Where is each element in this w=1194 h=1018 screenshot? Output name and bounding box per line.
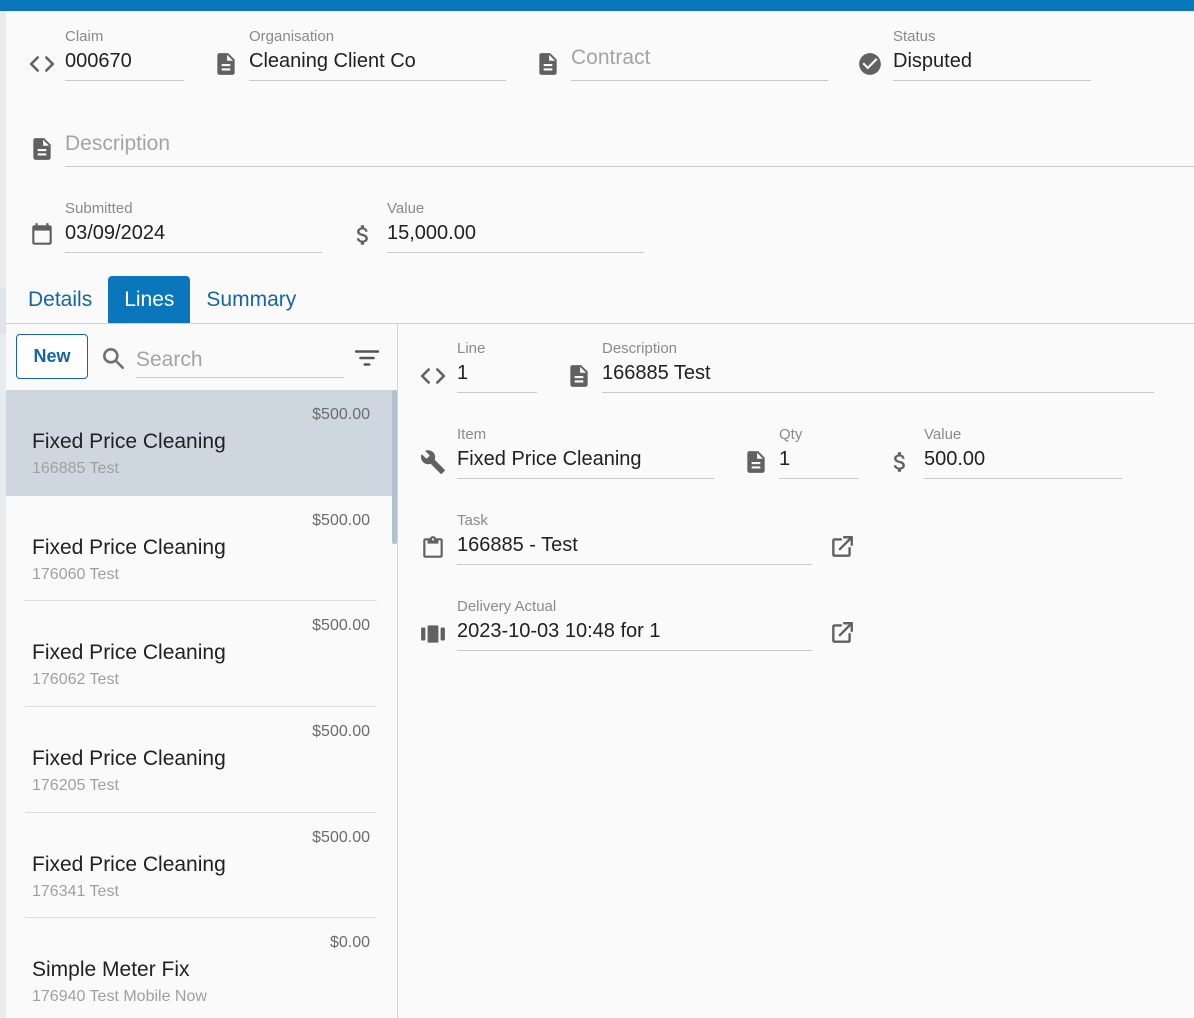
new-button[interactable]: New (16, 334, 88, 379)
lines-list: $500.00 Fixed Price Cleaning 166885 Test… (6, 390, 397, 1018)
list-item-name: Fixed Price Cleaning (32, 747, 226, 771)
qty-label: Qty (779, 426, 803, 443)
claim-label: Claim (65, 28, 104, 45)
status-value: Disputed (893, 50, 972, 72)
wrench-icon (420, 449, 446, 475)
open-in-new-icon[interactable] (829, 534, 855, 560)
dollar-icon (887, 449, 913, 475)
list-item-subtitle: 176341 Test (32, 882, 119, 900)
submitted-value: 03/09/2024 (65, 222, 166, 244)
contract-field[interactable]: Contract (571, 28, 828, 81)
panel-divider (397, 324, 398, 1018)
line-value-field[interactable]: Value 500.00 (924, 426, 1122, 479)
list-item[interactable]: $500.00 Fixed Price Cleaning 176062 Test (6, 601, 397, 708)
submitted-field[interactable]: Submitted 03/09/2024 (65, 200, 322, 253)
line-description-value: 166885 Test (602, 362, 711, 384)
list-item-price: $500.00 (312, 723, 370, 741)
task-value: 166885 - Test (457, 534, 578, 556)
clipboard-icon (420, 535, 446, 561)
document-icon (566, 363, 592, 389)
tab-bar: Details Lines Summary (12, 276, 312, 323)
list-item-subtitle: 166885 Test (32, 460, 119, 477)
line-value-label: Value (924, 426, 962, 443)
item-value: Fixed Price Cleaning (457, 448, 642, 470)
check-circle-icon (857, 51, 883, 77)
status-label: Status (893, 28, 936, 45)
list-item-price: $500.00 (312, 406, 370, 423)
line-description-field[interactable]: Description 166885 Test (602, 340, 1154, 393)
list-item-name: Fixed Price Cleaning (32, 852, 226, 876)
line-field[interactable]: Line 1 (457, 340, 537, 393)
list-item-price: $0.00 (329, 934, 370, 952)
value-field[interactable]: Value 15,000.00 (387, 200, 644, 253)
description-placeholder: Description (65, 132, 171, 155)
submitted-label: Submitted (65, 200, 133, 217)
delivery-actual-field[interactable]: Delivery Actual 2023-10-03 10:48 for 1 (457, 598, 812, 651)
top-app-bar (0, 0, 1194, 11)
list-item-name: Fixed Price Cleaning (32, 430, 226, 453)
delivery-icon (420, 621, 446, 647)
line-value-value: 500.00 (924, 448, 986, 470)
list-item-name: Fixed Price Cleaning (32, 641, 226, 665)
document-icon (743, 449, 769, 475)
list-item-subtitle: 176062 Test (32, 671, 119, 689)
status-field[interactable]: Status Disputed (893, 28, 1091, 81)
line-label: Line (457, 340, 486, 357)
search-icon (100, 345, 126, 371)
search-input[interactable] (136, 342, 344, 378)
document-icon (213, 51, 239, 77)
document-icon (29, 136, 55, 162)
organisation-field[interactable]: Organisation Cleaning Client Co (249, 28, 506, 81)
tab-summary[interactable]: Summary (190, 276, 312, 323)
item-field[interactable]: Item Fixed Price Cleaning (457, 426, 714, 479)
lines-list-panel: New $500.00 Fixed Price Cleaning 166885 … (6, 324, 397, 1018)
list-item[interactable]: $500.00 Fixed Price Cleaning 166885 Test (6, 390, 397, 496)
claim-value: 000670 (65, 50, 132, 72)
list-item[interactable]: $500.00 Fixed Price Cleaning 176205 Test (6, 707, 397, 813)
filter-icon[interactable] (354, 346, 380, 370)
list-item[interactable]: $0.00 Simple Meter Fix 176940 Test Mobil… (6, 918, 397, 1018)
list-item-price: $500.00 (312, 828, 370, 846)
tab-lines[interactable]: Lines (108, 276, 191, 323)
document-icon (535, 51, 561, 77)
list-item[interactable]: $500.00 Fixed Price Cleaning 176341 Test (6, 813, 397, 919)
task-label: Task (457, 512, 488, 529)
contract-placeholder: Contract (571, 46, 651, 69)
delivery-actual-label: Delivery Actual (457, 598, 557, 615)
qty-value: 1 (779, 448, 791, 470)
tab-details[interactable]: Details (12, 276, 108, 323)
value-label: Value (387, 200, 425, 217)
list-item-price: $500.00 (312, 511, 370, 529)
list-item-subtitle: 176205 Test (32, 777, 119, 795)
code-icon (420, 363, 446, 389)
list-item-name: Fixed Price Cleaning (32, 535, 226, 559)
organisation-label: Organisation (249, 28, 335, 45)
list-item-name: Simple Meter Fix (32, 958, 190, 982)
organisation-value: Cleaning Client Co (249, 50, 416, 72)
dollar-icon (350, 222, 376, 248)
list-item[interactable]: $500.00 Fixed Price Cleaning 176060 Test (6, 496, 397, 602)
claim-field[interactable]: Claim 000670 (65, 28, 184, 81)
line-description-label: Description (602, 340, 678, 357)
item-label: Item (457, 426, 487, 443)
delivery-actual-value: 2023-10-03 10:48 for 1 (457, 620, 661, 642)
open-in-new-icon[interactable] (829, 620, 855, 646)
line-value: 1 (457, 362, 469, 384)
qty-field[interactable]: Qty 1 (779, 426, 859, 479)
task-field[interactable]: Task 166885 - Test (457, 512, 812, 565)
description-field[interactable]: Description (65, 114, 1194, 167)
list-item-subtitle: 176940 Test Mobile Now (32, 988, 207, 1006)
value-value: 15,000.00 (387, 222, 476, 244)
list-item-price: $500.00 (312, 617, 370, 635)
list-item-subtitle: 176060 Test (32, 565, 119, 583)
code-icon (29, 51, 55, 77)
calendar-icon[interactable] (29, 222, 55, 248)
